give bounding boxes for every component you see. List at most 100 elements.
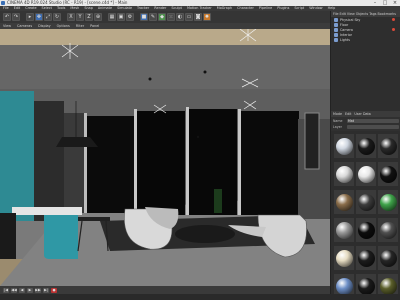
material-manager bbox=[331, 131, 400, 298]
status-bar bbox=[0, 294, 400, 300]
deformer-icon[interactable]: ◐ bbox=[176, 13, 184, 21]
toolbar-separator bbox=[135, 13, 139, 21]
attr-value-input[interactable] bbox=[347, 125, 399, 129]
floor-icon[interactable]: ▭ bbox=[185, 13, 193, 21]
z-axis-icon[interactable]: Z bbox=[85, 13, 93, 21]
cube-icon[interactable]: ■ bbox=[140, 13, 148, 21]
viewport-scene bbox=[0, 29, 330, 286]
material-ball-icon bbox=[335, 221, 353, 239]
window-pane bbox=[86, 116, 134, 213]
material-swatch[interactable] bbox=[356, 190, 376, 214]
attr-key: Name bbox=[333, 119, 343, 123]
redo-icon[interactable]: ↷ bbox=[12, 13, 20, 21]
window-pane bbox=[137, 111, 185, 215]
select-icon[interactable]: ▸ bbox=[26, 13, 34, 21]
material-swatch[interactable] bbox=[334, 190, 354, 214]
material-swatch[interactable] bbox=[378, 190, 398, 214]
pen-icon[interactable]: ✎ bbox=[149, 13, 157, 21]
render-settings-icon[interactable]: ⚙ bbox=[126, 13, 134, 21]
attributes-panel: Name Mat Layer bbox=[331, 117, 400, 131]
toolbar-separator bbox=[103, 13, 107, 21]
go-to-start-button[interactable]: |◀ bbox=[3, 287, 9, 293]
material-ball-icon bbox=[357, 193, 375, 211]
attr-value-input[interactable]: Mat bbox=[347, 119, 399, 123]
plant bbox=[214, 189, 222, 213]
null-object-icon bbox=[334, 32, 338, 37]
material-ball-icon bbox=[357, 277, 375, 295]
light-icon[interactable]: ✹ bbox=[203, 13, 211, 21]
material-swatch[interactable] bbox=[378, 134, 398, 158]
x-axis-icon[interactable]: X bbox=[67, 13, 75, 21]
material-swatch[interactable] bbox=[378, 218, 398, 242]
coffee-table bbox=[175, 225, 235, 243]
play-button[interactable]: ▶ bbox=[27, 287, 33, 293]
material-ball-icon bbox=[335, 193, 353, 211]
material-swatch[interactable] bbox=[334, 134, 354, 158]
visibility-dot-icon[interactable] bbox=[392, 28, 395, 31]
y-axis-icon[interactable]: Y bbox=[76, 13, 84, 21]
record-button[interactable]: ● bbox=[51, 287, 57, 293]
next-key-button[interactable]: ▶▶ bbox=[35, 287, 41, 293]
sky-icon bbox=[334, 17, 338, 22]
object-label: Lights bbox=[340, 37, 350, 42]
material-swatch[interactable] bbox=[334, 218, 354, 242]
camera-icon bbox=[334, 27, 338, 32]
kitchen-island bbox=[44, 214, 78, 259]
material-swatch[interactable] bbox=[378, 162, 398, 186]
material-swatch[interactable] bbox=[334, 246, 354, 270]
toolbar-separator bbox=[21, 13, 25, 21]
material-ball-icon bbox=[357, 221, 375, 239]
material-ball-icon bbox=[379, 137, 397, 155]
render-view-icon[interactable]: ▦ bbox=[108, 13, 116, 21]
object-row[interactable]: Lights bbox=[334, 37, 400, 42]
bar-stool bbox=[78, 217, 110, 221]
material-ball-icon bbox=[357, 249, 375, 267]
material-ball-icon bbox=[379, 249, 397, 267]
material-ball-icon bbox=[335, 137, 353, 155]
floor-icon bbox=[334, 22, 338, 27]
previous-frame-button[interactable]: ◀ bbox=[19, 287, 25, 293]
attr-key: Layer bbox=[333, 125, 342, 129]
material-swatch[interactable] bbox=[356, 134, 376, 158]
previous-key-button[interactable]: ◀◀ bbox=[11, 287, 17, 293]
teal-wall-panel bbox=[0, 91, 34, 221]
material-ball-icon bbox=[335, 277, 353, 295]
material-swatch[interactable] bbox=[334, 162, 354, 186]
material-swatch[interactable] bbox=[356, 218, 376, 242]
object-manager: Physical Sky Floor Camera Interior Light… bbox=[331, 17, 400, 111]
main-toolbar: ↶ ↷ ▸ ✥ ⤢ ↻ X Y Z ⊕ ▦ ▣ ⚙ ■ ✎ ◆ ⁙ ◐ ▭ ◙ … bbox=[0, 11, 330, 23]
material-ball-icon bbox=[379, 165, 397, 183]
render-icon[interactable]: ▣ bbox=[117, 13, 125, 21]
move-icon[interactable]: ✥ bbox=[35, 13, 43, 21]
coord-icon[interactable]: ⊕ bbox=[94, 13, 102, 21]
subdivision-icon[interactable]: ◆ bbox=[158, 13, 166, 21]
3d-viewport[interactable] bbox=[0, 29, 330, 286]
attr-field-layer: Layer bbox=[333, 124, 399, 130]
scale-icon[interactable]: ⤢ bbox=[44, 13, 52, 21]
material-ball-icon bbox=[335, 249, 353, 267]
material-swatch[interactable] bbox=[356, 162, 376, 186]
wall-tv bbox=[304, 112, 320, 170]
material-ball-icon bbox=[357, 165, 375, 183]
window-pane bbox=[241, 111, 299, 215]
material-ball-icon bbox=[379, 277, 397, 295]
object-label: Floor bbox=[340, 22, 349, 27]
array-icon[interactable]: ⁙ bbox=[167, 13, 175, 21]
toolbar-separator bbox=[62, 13, 66, 21]
camera-icon[interactable]: ◙ bbox=[194, 13, 202, 21]
material-ball-icon bbox=[379, 221, 397, 239]
undo-icon[interactable]: ↶ bbox=[3, 13, 11, 21]
app-logo-icon bbox=[1, 1, 5, 5]
material-grid bbox=[334, 134, 400, 300]
material-ball-icon bbox=[335, 165, 353, 183]
material-swatch[interactable] bbox=[356, 246, 376, 270]
light-icon bbox=[334, 37, 338, 42]
material-ball-icon bbox=[357, 137, 375, 155]
visibility-dot-icon[interactable] bbox=[392, 18, 395, 21]
rotate-icon[interactable]: ↻ bbox=[53, 13, 61, 21]
material-swatch[interactable] bbox=[378, 246, 398, 270]
go-to-end-button[interactable]: ▶| bbox=[43, 287, 49, 293]
object-label: Interior bbox=[340, 32, 353, 37]
timeline-controls: |◀ ◀◀ ◀ ▶ ▶▶ ▶| ● bbox=[0, 286, 330, 294]
object-label: Physical Sky bbox=[340, 17, 361, 22]
